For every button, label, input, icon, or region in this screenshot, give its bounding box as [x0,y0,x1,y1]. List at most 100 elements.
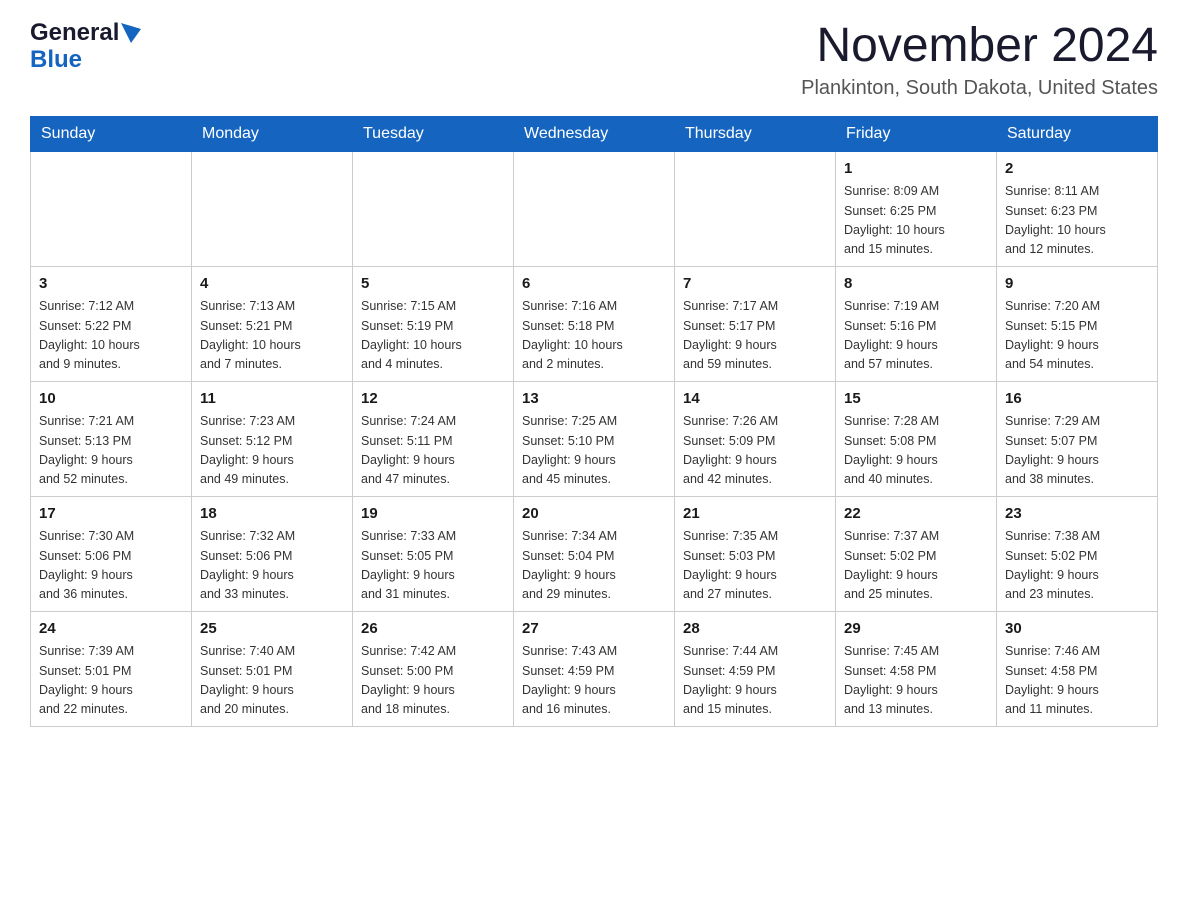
day-info: Sunrise: 7:45 AM Sunset: 4:58 PM Dayligh… [844,642,988,720]
day-number: 13 [522,388,666,411]
day-number: 17 [39,503,183,526]
calendar-week-row: 10Sunrise: 7:21 AM Sunset: 5:13 PM Dayli… [31,381,1158,496]
day-number: 19 [361,503,505,526]
day-info: Sunrise: 7:30 AM Sunset: 5:06 PM Dayligh… [39,527,183,605]
day-number: 22 [844,503,988,526]
calendar-day-cell: 24Sunrise: 7:39 AM Sunset: 5:01 PM Dayli… [31,611,192,726]
day-number: 2 [1005,158,1149,181]
day-of-week-header: Friday [836,116,997,151]
day-info: Sunrise: 7:38 AM Sunset: 5:02 PM Dayligh… [1005,527,1149,605]
day-number: 16 [1005,388,1149,411]
day-number: 15 [844,388,988,411]
day-info: Sunrise: 7:32 AM Sunset: 5:06 PM Dayligh… [200,527,344,605]
day-number: 6 [522,273,666,296]
day-info: Sunrise: 7:21 AM Sunset: 5:13 PM Dayligh… [39,412,183,490]
day-number: 30 [1005,618,1149,641]
day-info: Sunrise: 7:26 AM Sunset: 5:09 PM Dayligh… [683,412,827,490]
day-number: 29 [844,618,988,641]
calendar-day-cell: 18Sunrise: 7:32 AM Sunset: 5:06 PM Dayli… [192,496,353,611]
day-number: 18 [200,503,344,526]
calendar-day-cell [192,151,353,266]
day-number: 9 [1005,273,1149,296]
day-of-week-header: Monday [192,116,353,151]
day-info: Sunrise: 7:17 AM Sunset: 5:17 PM Dayligh… [683,297,827,375]
calendar-day-cell: 9Sunrise: 7:20 AM Sunset: 5:15 PM Daylig… [997,266,1158,381]
day-number: 4 [200,273,344,296]
day-info: Sunrise: 7:29 AM Sunset: 5:07 PM Dayligh… [1005,412,1149,490]
calendar-day-cell: 12Sunrise: 7:24 AM Sunset: 5:11 PM Dayli… [353,381,514,496]
day-info: Sunrise: 7:15 AM Sunset: 5:19 PM Dayligh… [361,297,505,375]
calendar-day-cell [353,151,514,266]
day-info: Sunrise: 7:37 AM Sunset: 5:02 PM Dayligh… [844,527,988,605]
day-number: 11 [200,388,344,411]
calendar-day-cell: 2Sunrise: 8:11 AM Sunset: 6:23 PM Daylig… [997,151,1158,266]
calendar-day-cell [675,151,836,266]
calendar-day-cell: 6Sunrise: 7:16 AM Sunset: 5:18 PM Daylig… [514,266,675,381]
day-number: 23 [1005,503,1149,526]
day-number: 28 [683,618,827,641]
day-number: 24 [39,618,183,641]
day-number: 5 [361,273,505,296]
calendar-day-cell [31,151,192,266]
calendar-day-cell: 16Sunrise: 7:29 AM Sunset: 5:07 PM Dayli… [997,381,1158,496]
day-info: Sunrise: 7:16 AM Sunset: 5:18 PM Dayligh… [522,297,666,375]
day-number: 8 [844,273,988,296]
calendar-week-row: 17Sunrise: 7:30 AM Sunset: 5:06 PM Dayli… [31,496,1158,611]
calendar-day-cell [514,151,675,266]
day-info: Sunrise: 7:20 AM Sunset: 5:15 PM Dayligh… [1005,297,1149,375]
day-info: Sunrise: 8:11 AM Sunset: 6:23 PM Dayligh… [1005,182,1149,260]
calendar-day-cell: 14Sunrise: 7:26 AM Sunset: 5:09 PM Dayli… [675,381,836,496]
day-info: Sunrise: 8:09 AM Sunset: 6:25 PM Dayligh… [844,182,988,260]
calendar-day-cell: 29Sunrise: 7:45 AM Sunset: 4:58 PM Dayli… [836,611,997,726]
calendar-day-cell: 28Sunrise: 7:44 AM Sunset: 4:59 PM Dayli… [675,611,836,726]
day-number: 7 [683,273,827,296]
day-info: Sunrise: 7:12 AM Sunset: 5:22 PM Dayligh… [39,297,183,375]
day-info: Sunrise: 7:19 AM Sunset: 5:16 PM Dayligh… [844,297,988,375]
calendar-day-cell: 25Sunrise: 7:40 AM Sunset: 5:01 PM Dayli… [192,611,353,726]
day-of-week-header: Sunday [31,116,192,151]
calendar-day-cell: 27Sunrise: 7:43 AM Sunset: 4:59 PM Dayli… [514,611,675,726]
calendar-day-cell: 15Sunrise: 7:28 AM Sunset: 5:08 PM Dayli… [836,381,997,496]
calendar-day-cell: 8Sunrise: 7:19 AM Sunset: 5:16 PM Daylig… [836,266,997,381]
calendar-header-row: SundayMondayTuesdayWednesdayThursdayFrid… [31,116,1158,151]
month-title: November 2024 [801,20,1158,73]
calendar-week-row: 24Sunrise: 7:39 AM Sunset: 5:01 PM Dayli… [31,611,1158,726]
day-info: Sunrise: 7:24 AM Sunset: 5:11 PM Dayligh… [361,412,505,490]
calendar-week-row: 1Sunrise: 8:09 AM Sunset: 6:25 PM Daylig… [31,151,1158,266]
calendar-day-cell: 21Sunrise: 7:35 AM Sunset: 5:03 PM Dayli… [675,496,836,611]
day-number: 1 [844,158,988,181]
day-info: Sunrise: 7:23 AM Sunset: 5:12 PM Dayligh… [200,412,344,490]
calendar-day-cell: 20Sunrise: 7:34 AM Sunset: 5:04 PM Dayli… [514,496,675,611]
calendar-day-cell: 13Sunrise: 7:25 AM Sunset: 5:10 PM Dayli… [514,381,675,496]
day-number: 20 [522,503,666,526]
calendar-week-row: 3Sunrise: 7:12 AM Sunset: 5:22 PM Daylig… [31,266,1158,381]
calendar-day-cell: 26Sunrise: 7:42 AM Sunset: 5:00 PM Dayli… [353,611,514,726]
day-of-week-header: Saturday [997,116,1158,151]
calendar-table: SundayMondayTuesdayWednesdayThursdayFrid… [30,116,1158,727]
calendar-day-cell: 30Sunrise: 7:46 AM Sunset: 4:58 PM Dayli… [997,611,1158,726]
day-info: Sunrise: 7:34 AM Sunset: 5:04 PM Dayligh… [522,527,666,605]
title-area: November 2024 Plankinton, South Dakota, … [801,20,1158,100]
day-number: 26 [361,618,505,641]
day-info: Sunrise: 7:42 AM Sunset: 5:00 PM Dayligh… [361,642,505,720]
day-number: 10 [39,388,183,411]
calendar-day-cell: 10Sunrise: 7:21 AM Sunset: 5:13 PM Dayli… [31,381,192,496]
page-header: General Blue November 2024 Plankinton, S… [30,20,1158,100]
day-info: Sunrise: 7:28 AM Sunset: 5:08 PM Dayligh… [844,412,988,490]
logo-blue-text: Blue [30,46,82,73]
day-info: Sunrise: 7:35 AM Sunset: 5:03 PM Dayligh… [683,527,827,605]
calendar-day-cell: 7Sunrise: 7:17 AM Sunset: 5:17 PM Daylig… [675,266,836,381]
day-info: Sunrise: 7:46 AM Sunset: 4:58 PM Dayligh… [1005,642,1149,720]
calendar-day-cell: 11Sunrise: 7:23 AM Sunset: 5:12 PM Dayli… [192,381,353,496]
day-of-week-header: Wednesday [514,116,675,151]
location-text: Plankinton, South Dakota, United States [801,77,1158,100]
calendar-day-cell: 22Sunrise: 7:37 AM Sunset: 5:02 PM Dayli… [836,496,997,611]
day-number: 3 [39,273,183,296]
day-info: Sunrise: 7:40 AM Sunset: 5:01 PM Dayligh… [200,642,344,720]
logo-triangle-icon [121,23,141,43]
day-of-week-header: Thursday [675,116,836,151]
day-info: Sunrise: 7:39 AM Sunset: 5:01 PM Dayligh… [39,642,183,720]
day-info: Sunrise: 7:44 AM Sunset: 4:59 PM Dayligh… [683,642,827,720]
logo-general-text: General [30,20,119,46]
day-number: 12 [361,388,505,411]
